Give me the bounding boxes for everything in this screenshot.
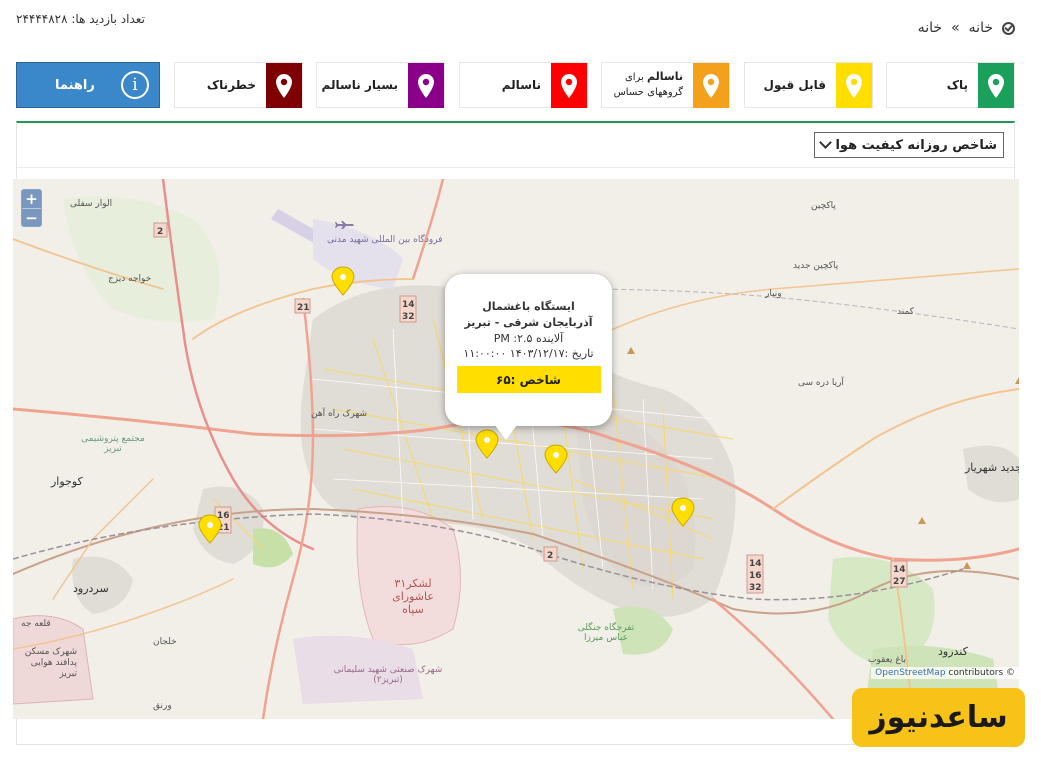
map-label-militia: لشکر۳۱ عاشورای سپاه: [392, 577, 434, 616]
map-label-gojovar: کوجوار: [51, 475, 83, 488]
breadcrumb: خانه » خانه: [918, 20, 1015, 36]
index-select[interactable]: شاخص روزانه کیفیت هوا: [814, 132, 1004, 158]
map-label-alvar: الوار سفلی: [70, 199, 113, 209]
popup-station-name: ایستگاه باغشمال: [482, 300, 575, 313]
road-shield-16b: 16: [749, 571, 762, 581]
map-label-kamand: کمند: [897, 307, 914, 317]
popup-index-badge: شاخص :۶۵: [456, 366, 601, 393]
visit-counter: تعداد بازدید ها: ۲۴۴۴۴۸۲۸: [16, 12, 145, 26]
legend-swatch-clean: [978, 63, 1014, 108]
legend-swatch-hazardous: [266, 63, 302, 108]
road-shield-32b: 32: [749, 583, 762, 593]
map-label-airport: فرودگاه بین المللی شهید مدنی: [327, 235, 443, 245]
legend-label-acceptable: قابل قبول: [763, 78, 826, 92]
legend-swatch-unhealthy-sensitive: [693, 63, 729, 108]
road-shield-27: 27: [893, 577, 906, 587]
station-popup: ایستگاه باغشمال آذربایجان شرقی - تبریز آ…: [445, 274, 612, 440]
map-pin-icon: [418, 73, 434, 98]
map-label-arya: آریا دره سی: [798, 378, 844, 388]
map-label-kondrud: کندرود: [938, 645, 968, 658]
map-pin-icon: [846, 73, 862, 98]
attribution-text: contributors ©: [945, 668, 1015, 678]
zoom-out-button[interactable]: −: [22, 208, 41, 226]
map-label-padafand: شهرک مسکن پدافند هوایی تبریز: [24, 647, 77, 679]
chevron-down-icon: [819, 136, 832, 149]
popup-tail: [495, 425, 517, 440]
legend-swatch-acceptable: [836, 63, 872, 108]
popup-province: آذربایجان شرقی - تبریز: [464, 316, 593, 329]
legend-hazardous: خطرناک: [174, 62, 303, 108]
map-pin-icon: [276, 73, 292, 98]
legend-swatch-unhealthy: [551, 63, 587, 108]
road-shield-32: 32: [402, 312, 415, 322]
legend-unhealthy-sensitive: ناسالم برای گروههای حساس: [601, 62, 730, 108]
breadcrumb-separator: »: [951, 20, 960, 36]
map-label-shahriar: جدید شهریار: [965, 461, 1019, 474]
popup-date: تاریخ :۱۴۰۳/۱۲/۱۷ ۱۱:۰۰:۰۰: [463, 347, 594, 360]
map-label-forest-park: تفرجگاه جنگلی عباس میرزا: [577, 623, 635, 643]
road-shield-2b: 2: [547, 551, 553, 561]
map-label-khalajan: خلجان: [153, 637, 177, 647]
check-circle-icon: [1002, 21, 1015, 35]
info-icon: i: [121, 71, 149, 99]
legend-label-very-unhealthy: بسیار ناسالم: [321, 78, 398, 92]
breadcrumb-current: خانه: [917, 20, 943, 36]
map-label-pakchin-jadid: پاکچین جدید: [793, 261, 839, 271]
road-shield-14b: 14: [749, 559, 762, 569]
map-label-pakchin: پاکچین: [811, 201, 836, 211]
map-label-vanyar: ونیار: [765, 289, 782, 299]
map-attribution: OpenStreetMap contributors ©: [871, 667, 1019, 679]
guide-button-label: راهنما: [55, 77, 95, 93]
map-pin-icon: [703, 73, 719, 98]
legend-label-hazardous: خطرناک: [206, 78, 256, 92]
panel-divider: [17, 167, 1014, 168]
legend-very-unhealthy: بسیار ناسالم: [316, 62, 445, 108]
map-pin-icon: [561, 73, 577, 98]
map-label-rah-ahan: شهرک راه آهن: [311, 409, 368, 419]
road-shield-14: 14: [402, 300, 415, 310]
map-label-sardrud: سردرود: [73, 582, 109, 595]
breadcrumb-home-link[interactable]: خانه: [969, 20, 993, 36]
map-pin-icon: [988, 73, 1004, 98]
map-label-khajeh: خواجه دیزج: [108, 274, 152, 284]
guide-button[interactable]: راهنما i: [16, 62, 160, 108]
map-panel: شاخص روزانه کیفیت هوا 2 21 14 32 16 21 2…: [13, 121, 1019, 745]
watermark-logo: ساعدنیوز: [852, 688, 1025, 747]
legend-label-unhealthy-sensitive: ناسالم برای گروههای حساس: [613, 70, 683, 98]
osm-link[interactable]: OpenStreetMap: [875, 668, 945, 678]
map-label-petrochemical: مجتمع پتروشیمی تبریز: [81, 434, 145, 454]
legend-clean: پاک: [886, 62, 1015, 108]
road-shield-14c: 14: [893, 565, 906, 575]
legend-acceptable: قابل قبول: [744, 62, 873, 108]
zoom-control: + −: [21, 189, 42, 227]
road-shield-21: 21: [297, 303, 310, 313]
legend-swatch-very-unhealthy: [408, 63, 444, 108]
legend-label-clean: پاک: [946, 78, 968, 92]
legend-unhealthy: ناسالم: [459, 62, 588, 108]
road-shield-2: 2: [157, 227, 163, 237]
popup-pollutant: آلاینده ۲.۵: PM: [493, 332, 564, 345]
watermark-text: ساعدنیوز: [869, 700, 1008, 735]
map-label-vargh: ورنق: [153, 701, 172, 711]
map-label-qaleh: قلعه جه: [21, 619, 51, 629]
map-label-baagh: باغ یعقوب: [868, 655, 906, 665]
index-select-value: شاخص روزانه کیفیت هوا: [835, 137, 997, 153]
zoom-in-button[interactable]: +: [22, 190, 41, 208]
legend-label-unhealthy: ناسالم: [501, 78, 541, 92]
air-quality-map[interactable]: 2 21 14 32 16 21 2 14 16 32 14 27 فرودگا…: [13, 179, 1019, 719]
map-label-industrial: شهرک صنعتی شهید سلیمانی (تبریز۲): [333, 665, 443, 685]
